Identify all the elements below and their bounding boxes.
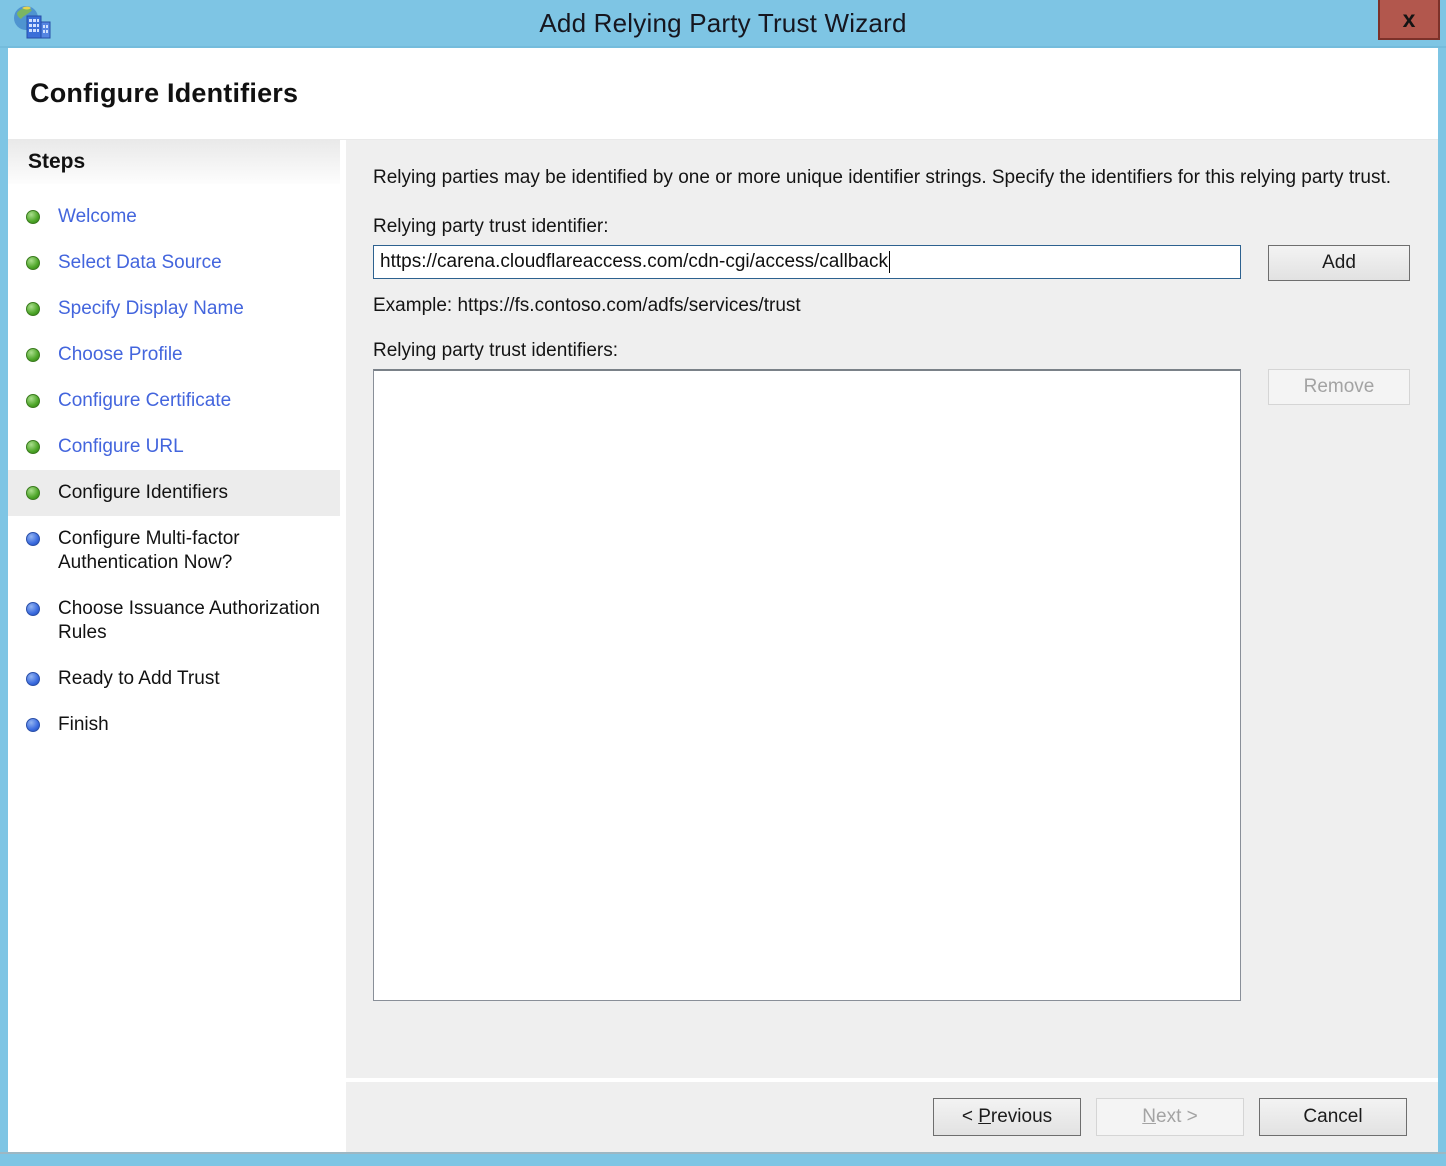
step-completed-bullet-icon [26, 210, 40, 224]
step-welcome[interactable]: Welcome [8, 194, 340, 240]
identifiers-listbox[interactable] [373, 369, 1241, 1001]
step-ready-to-add-trust: Ready to Add Trust [8, 656, 340, 702]
intro-text: Relying parties may be identified by one… [373, 167, 1392, 188]
step-configure-mfa: Configure Multi-factor Authentication No… [8, 516, 340, 586]
identifier-input-value: https://carena.cloudflareaccess.com/cdn-… [380, 251, 888, 272]
identifiers-list-label: Relying party trust identifiers: [373, 340, 618, 361]
step-completed-bullet-icon [26, 348, 40, 362]
step-current-bullet-icon [26, 486, 40, 500]
main-column: Relying parties may be identified by one… [346, 140, 1438, 1152]
identifier-input[interactable]: https://carena.cloudflareaccess.com/cdn-… [373, 245, 1241, 279]
steps-list: Welcome Select Data Source Specify Displ… [8, 184, 340, 748]
content-panel: Relying parties may be identified by one… [346, 140, 1438, 1078]
add-button[interactable]: Add [1268, 245, 1410, 281]
step-upcoming-bullet-icon [26, 718, 40, 732]
page-title: Configure Identifiers [30, 78, 299, 108]
step-choose-issuance-rules: Choose Issuance Authorization Rules [8, 586, 340, 656]
window-title: Add Relying Party Trust Wizard [539, 7, 907, 38]
step-configure-identifiers[interactable]: Configure Identifiers [8, 470, 340, 516]
cancel-button[interactable]: Cancel [1259, 1098, 1407, 1136]
heading-band: Configure Identifiers [8, 48, 1438, 140]
step-specify-display-name[interactable]: Specify Display Name [8, 286, 340, 332]
titlebar: Add Relying Party Trust Wizard x [0, 0, 1446, 48]
body: Steps Welcome Select Data Source Specify… [8, 140, 1438, 1152]
steps-header: Steps [8, 140, 340, 184]
text-caret-icon [888, 251, 890, 273]
identifier-input-row: https://carena.cloudflareaccess.com/cdn-… [373, 245, 1410, 281]
step-configure-url[interactable]: Configure URL [8, 424, 340, 470]
identifier-label: Relying party trust identifier: [373, 216, 609, 237]
window-bottom-border [0, 1152, 1446, 1166]
step-completed-bullet-icon [26, 302, 40, 316]
step-finish: Finish [8, 702, 340, 748]
step-upcoming-bullet-icon [26, 532, 40, 546]
close-icon: x [1402, 5, 1416, 32]
remove-button[interactable]: Remove [1268, 369, 1410, 405]
step-completed-bullet-icon [26, 440, 40, 454]
step-upcoming-bullet-icon [26, 602, 40, 616]
wizard-window: Add Relying Party Trust Wizard x Configu… [0, 0, 1446, 1166]
steps-sidebar: Steps Welcome Select Data Source Specify… [8, 140, 340, 1152]
step-choose-profile[interactable]: Choose Profile [8, 332, 340, 378]
close-button[interactable]: x [1378, 0, 1440, 40]
step-configure-certificate[interactable]: Configure Certificate [8, 378, 340, 424]
next-button[interactable]: Next > [1096, 1098, 1244, 1136]
step-upcoming-bullet-icon [26, 672, 40, 686]
previous-button[interactable]: < Previous [933, 1098, 1081, 1136]
example-text: Example: https://fs.contoso.com/adfs/ser… [373, 295, 801, 316]
step-completed-bullet-icon [26, 394, 40, 408]
identifiers-list-row: Remove [373, 369, 1410, 1001]
step-select-data-source[interactable]: Select Data Source [8, 240, 340, 286]
footer: < Previous Next > Cancel [346, 1082, 1438, 1152]
step-completed-bullet-icon [26, 256, 40, 270]
